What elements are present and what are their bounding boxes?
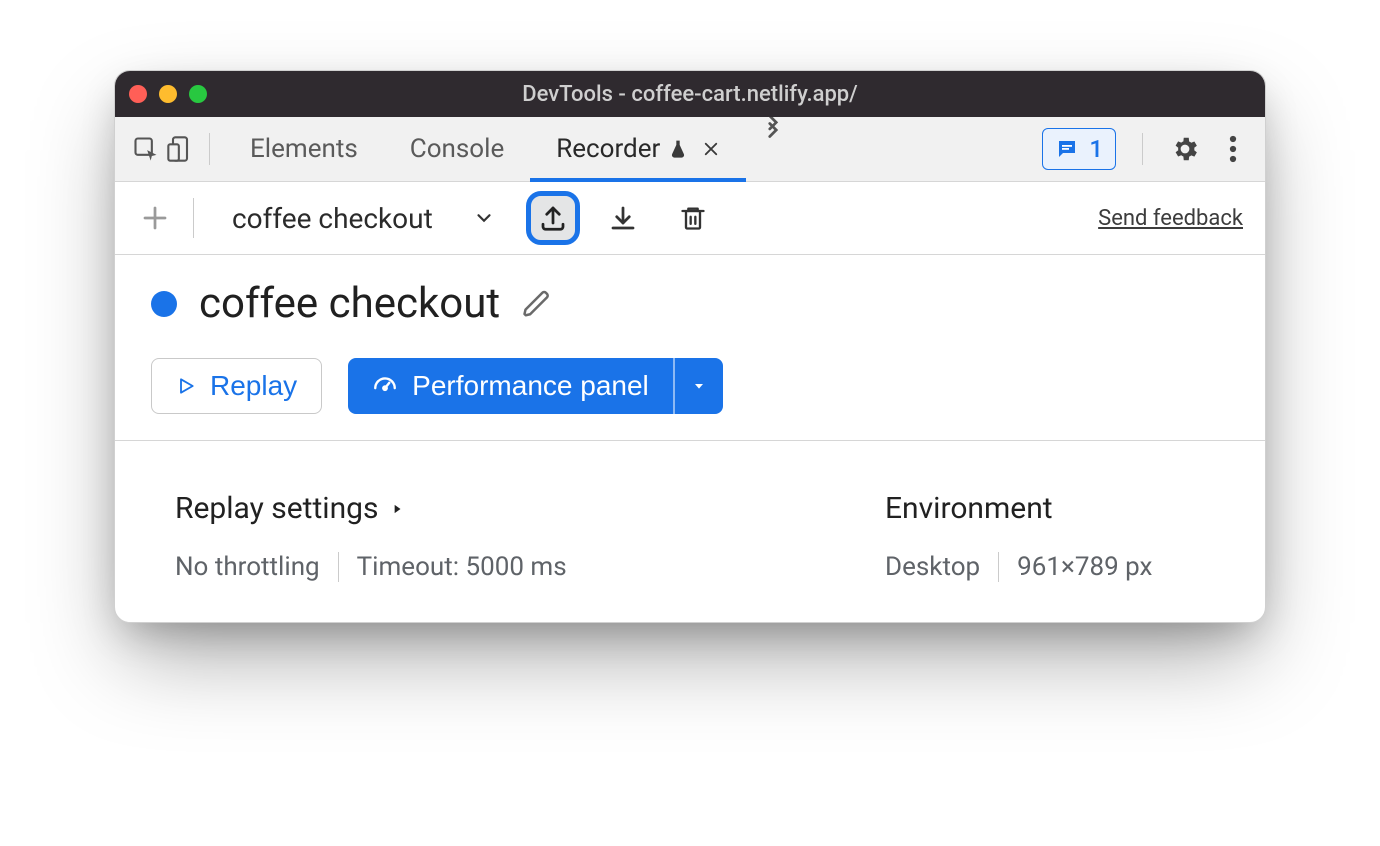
device-value: Desktop — [885, 552, 980, 582]
device-toolbar-icon[interactable] — [165, 134, 195, 164]
trash-icon — [679, 204, 707, 232]
window-titlebar: DevTools - coffee-cart.netlify.app/ — [115, 71, 1265, 117]
recording-select-label: coffee checkout — [232, 202, 433, 235]
issues-count: 1 — [1089, 135, 1103, 163]
divider — [209, 133, 210, 165]
viewport-value: 961×789 px — [1017, 552, 1152, 582]
close-tab-icon[interactable] — [702, 140, 720, 158]
inspect-element-icon[interactable] — [131, 134, 161, 164]
tabs: Elements Console Recorder — [224, 117, 800, 181]
send-feedback-link[interactable]: Send feedback — [1098, 206, 1243, 231]
performance-panel-button-group: Performance panel — [348, 358, 723, 414]
window-traffic-lights — [129, 85, 207, 103]
more-options-icon[interactable] — [1217, 133, 1249, 165]
tab-console[interactable]: Console — [384, 117, 530, 181]
recording-select[interactable]: coffee checkout — [214, 194, 513, 242]
recorder-toolbar: coffee checkout — [115, 182, 1265, 255]
pencil-icon — [522, 289, 552, 319]
new-recording-button[interactable] — [137, 200, 173, 236]
tabs-overflow-button[interactable] — [746, 117, 800, 181]
caret-right-icon — [390, 500, 404, 518]
export-recording-button[interactable] — [531, 196, 575, 240]
replay-label: Replay — [210, 370, 297, 402]
export-icon — [538, 203, 568, 233]
replay-button[interactable]: Replay — [151, 358, 322, 414]
tab-label: Elements — [250, 134, 358, 164]
devtools-tabstrip: Elements Console Recorder — [115, 117, 1265, 182]
chevron-down-icon — [473, 207, 495, 229]
chat-icon — [1055, 137, 1079, 161]
performance-panel-button[interactable]: Performance panel — [348, 358, 673, 414]
divider — [338, 552, 339, 582]
environment-heading: Environment — [885, 491, 1205, 526]
recording-settings: Replay settings No throttling Timeout: 5… — [115, 441, 1265, 622]
zoom-window-button[interactable] — [189, 85, 207, 103]
close-window-button[interactable] — [129, 85, 147, 103]
timeout-value: Timeout: 5000 ms — [357, 552, 567, 582]
edit-title-button[interactable] — [522, 289, 552, 319]
import-icon — [608, 203, 638, 233]
flask-icon — [668, 138, 688, 160]
recording-title: coffee checkout — [199, 279, 500, 328]
gauge-icon — [372, 373, 398, 399]
recording-header: coffee checkout Replay — [115, 255, 1265, 441]
performance-panel-label: Performance panel — [412, 370, 649, 402]
divider — [998, 552, 999, 582]
tab-label: Recorder — [556, 134, 660, 164]
environment-column: Environment Desktop 961×789 px — [885, 491, 1205, 582]
caret-down-icon — [691, 378, 707, 394]
replay-settings-label: Replay settings — [175, 491, 378, 526]
tab-elements[interactable]: Elements — [224, 117, 384, 181]
play-icon — [176, 375, 196, 397]
import-recording-button[interactable] — [601, 196, 645, 240]
divider — [193, 198, 194, 238]
divider — [1142, 133, 1143, 165]
performance-panel-dropdown[interactable] — [673, 358, 723, 414]
environment-label: Environment — [885, 491, 1053, 526]
minimize-window-button[interactable] — [159, 85, 177, 103]
tab-label: Console — [410, 134, 504, 164]
replay-settings-column: Replay settings No throttling Timeout: 5… — [175, 491, 567, 582]
tab-recorder[interactable]: Recorder — [530, 117, 746, 181]
throttling-value: No throttling — [175, 552, 320, 582]
window-title: DevTools - coffee-cart.netlify.app/ — [115, 82, 1265, 107]
delete-recording-button[interactable] — [671, 196, 715, 240]
replay-settings-heading[interactable]: Replay settings — [175, 491, 567, 526]
issues-chip[interactable]: 1 — [1042, 128, 1116, 170]
devtools-window: DevTools - coffee-cart.netlify.app/ Elem… — [114, 70, 1266, 623]
recording-status-dot — [151, 291, 177, 317]
settings-icon[interactable] — [1169, 133, 1201, 165]
